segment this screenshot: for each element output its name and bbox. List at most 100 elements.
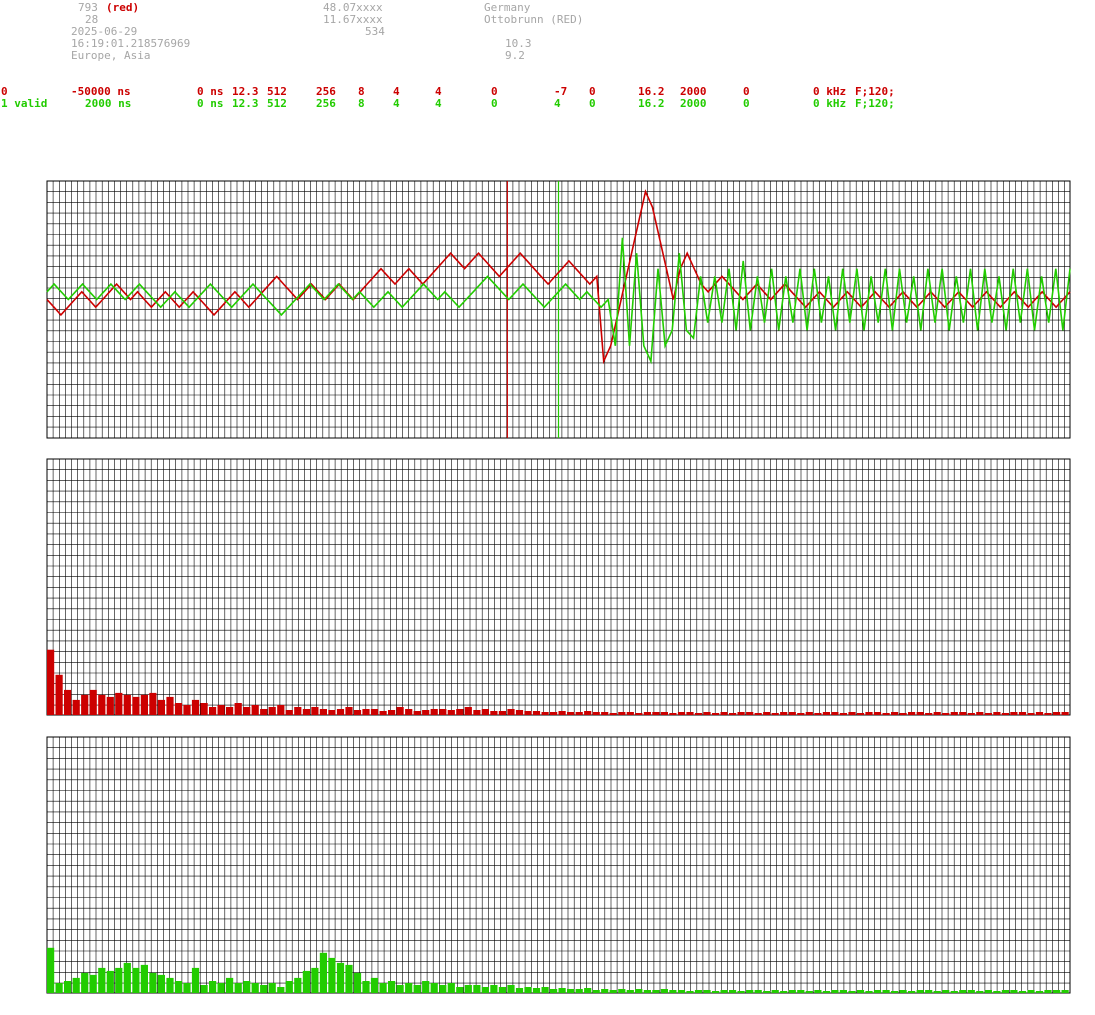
green-spectrum-bar	[1010, 990, 1018, 993]
green-spectrum-bar	[584, 988, 592, 993]
red-spectrum-bar	[720, 712, 728, 715]
green-spectrum-bar	[217, 983, 225, 993]
red-spectrum-bar	[396, 707, 404, 715]
green-spectrum-bar	[626, 990, 634, 993]
green-spectrum-bar	[166, 977, 174, 993]
red-spectrum-bar	[157, 699, 165, 715]
green-spectrum-bar	[686, 991, 694, 993]
red-spectrum-bar	[660, 712, 668, 715]
red-spectrum-bar	[268, 707, 276, 715]
green-spectrum-bar	[405, 983, 413, 993]
green-spectrum-bar	[234, 983, 242, 993]
red-spectrum-bar	[345, 707, 353, 715]
red-spectrum-bar	[123, 694, 131, 715]
green-spectrum-bar	[191, 967, 200, 993]
green-spectrum-bar	[226, 977, 234, 993]
green-spectrum-bar	[422, 981, 430, 993]
green-spectrum-bar	[106, 970, 114, 993]
red-spectrum-bar	[848, 712, 856, 715]
red-spectrum-bar	[183, 705, 191, 715]
green-spectrum-bar	[328, 957, 336, 993]
red-spectrum-bar	[839, 713, 847, 715]
green-spectrum-bar	[882, 990, 890, 993]
red-spectrum-bar	[686, 712, 694, 715]
red-spectrum-bar	[908, 712, 916, 715]
green-spectrum-bar	[618, 989, 626, 993]
green-spectrum-bar	[524, 987, 532, 993]
green-spectrum-bar	[737, 991, 745, 993]
red-spectrum-bar	[797, 713, 805, 715]
green-spectrum-bar	[115, 967, 123, 993]
red-spectrum-bar	[234, 703, 242, 715]
red-spectrum-bar	[353, 710, 362, 715]
red-spectrum-bar	[64, 689, 72, 715]
red-spectrum-bar	[524, 711, 532, 715]
red-spectrum-bar	[191, 699, 200, 715]
red-spectrum-bar	[106, 696, 114, 715]
red-spectrum-bar	[328, 710, 336, 715]
waveform-chart	[46, 180, 1071, 439]
green-spectrum-bar	[984, 990, 992, 993]
red-spectrum-bar	[899, 713, 907, 715]
red-spectrum-bar	[575, 712, 583, 715]
green-spectrum-bar	[873, 990, 882, 993]
red-spectrum-bar	[771, 713, 779, 715]
red-spectrum-bar	[98, 694, 106, 715]
green-spectrum-bar	[302, 970, 310, 993]
red-spectrum-bar	[362, 709, 370, 715]
red-spectrum-bar	[319, 709, 327, 715]
red-spectrum-bar	[814, 713, 822, 715]
green-spectrum-bar	[942, 990, 950, 993]
green-spectrum-bar	[379, 983, 387, 993]
red-spectrum-bar	[473, 710, 481, 715]
green-spectrum-bar	[856, 990, 865, 993]
red-spectrum-bar	[873, 712, 882, 715]
red-spectrum-bar	[703, 712, 711, 715]
red-spectrum-bar	[370, 709, 379, 715]
green-spectrum-bar	[643, 990, 651, 993]
red-spectrum-bar	[464, 707, 472, 715]
red-spectrum-chart	[46, 458, 1071, 716]
green-spectrum-bar	[285, 981, 293, 993]
green-spectrum-bar	[899, 990, 907, 993]
red-spectrum-bar	[541, 712, 549, 715]
red-spectrum-bar	[532, 711, 541, 715]
green-spectrum-bar	[575, 989, 583, 993]
red-spectrum-bar	[132, 696, 140, 715]
green-spectrum-bar	[976, 991, 984, 993]
green-spectrum-bar	[694, 990, 703, 993]
green-spectrum-bar	[831, 990, 839, 993]
red-spectrum-bar	[609, 713, 617, 715]
green-spectrum-bar	[541, 987, 549, 993]
red-spectrum-bar	[592, 712, 600, 715]
red-spectrum-bar	[925, 713, 933, 715]
red-spectrum-bar	[643, 712, 651, 715]
red-spectrum-bar	[737, 712, 745, 715]
green-spectrum-bar	[933, 991, 941, 993]
green-spectrum-bar	[729, 990, 737, 993]
green-spectrum-bar	[268, 983, 276, 993]
green-spectrum-bar	[174, 981, 183, 993]
red-spectrum-bar	[498, 711, 506, 715]
green-spectrum-bar	[251, 983, 259, 993]
green-spectrum-bar	[277, 987, 285, 993]
green-spectrum-bar	[89, 974, 97, 993]
green-spectrum-bar	[260, 985, 268, 993]
green-spectrum-bar	[763, 991, 771, 993]
red-spectrum-bar	[942, 713, 950, 715]
green-spectrum-bar	[319, 952, 327, 993]
green-spectrum-bar	[149, 972, 157, 993]
green-spectrum-bar	[1027, 990, 1035, 993]
green-spectrum-bar	[430, 983, 438, 993]
green-spectrum-bar	[507, 985, 515, 993]
green-spectrum-bar	[925, 990, 933, 993]
green-spectrum-bar	[771, 990, 779, 993]
red-spectrum-bar	[652, 712, 660, 715]
green-spectrum-bar	[353, 972, 362, 993]
red-spectrum-bar	[336, 709, 345, 715]
green-spectrum-bar	[677, 990, 686, 993]
red-spectrum-bar	[763, 712, 771, 715]
green-spectrum-bar	[243, 981, 251, 993]
green-spectrum-chart	[46, 736, 1071, 994]
green-spectrum-bar	[396, 985, 404, 993]
